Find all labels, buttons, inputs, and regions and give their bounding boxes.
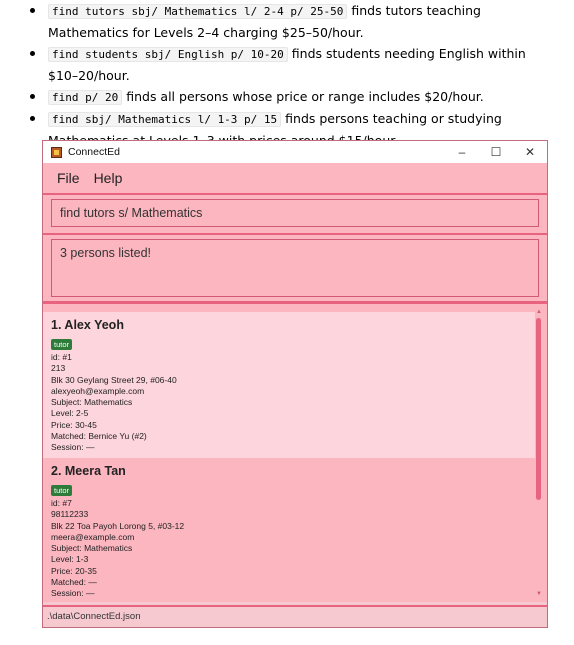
example-command-code: find p/ 20 [48,90,123,105]
result-display-container: 3 persons listed! [43,235,547,305]
title-bar[interactable]: ConnectEd – ☐ ✕ [43,141,547,163]
person-email: meera@example.com [51,531,135,542]
bullet-icon [30,51,35,56]
role-tag: tutor [51,485,73,496]
list-item: find students sbj/ English p/ 10-20 find… [0,43,574,86]
person-matched: Matched: Bernice Yu (#2) [51,431,147,442]
person-id: id: #7 [51,498,72,508]
example-command-code: find tutors sbj/ Mathematics l/ 2-4 p/ 2… [48,4,348,19]
person-price: Price: 30-45 [51,419,97,430]
person-id: id: #1 [51,352,72,362]
list-item: find tutors sbj/ Mathematics l/ 2-4 p/ 2… [0,0,574,43]
list-item: find p/ 20 finds all persons whose price… [0,86,574,108]
scroll-down-icon[interactable]: ▼ [535,591,543,597]
scroll-up-icon[interactable]: ▲ [535,309,543,315]
person-name: 2. Meera Tan [51,464,126,478]
menu-help[interactable]: Help [94,170,123,186]
window-title: ConnectEd [68,146,120,158]
command-box-container: find tutors s/ Mathematics [43,195,547,235]
person-subject: Subject: Mathematics [51,397,133,408]
close-button[interactable]: ✕ [513,141,547,163]
role-tag: tutor [51,339,73,350]
person-card[interactable]: 2. Meera Tan tutor id: #7 98112233 Blk 2… [43,458,535,602]
person-name: 1. Alex Yeoh [51,318,124,332]
result-display: 3 persons listed! [51,239,539,297]
bullet-icon [30,94,35,99]
scrollbar-thumb[interactable] [536,318,541,500]
person-phone: 213 [51,363,66,374]
person-session: Session: — [51,442,95,453]
person-list[interactable]: 1. Alex Yeoh tutor id: #1 213 Blk 30 Gey… [43,304,547,602]
bullet-icon [30,8,35,13]
bullet-icon [30,116,35,121]
person-phone: 98112233 [51,509,89,520]
person-price: Price: 20-35 [51,565,97,576]
person-level: Level: 2-5 [51,408,89,419]
person-subject: Subject: Mathematics [51,543,133,554]
example-description: finds all persons whose price or range i… [122,89,484,104]
menu-file[interactable]: File [57,170,80,186]
person-card[interactable]: 1. Alex Yeoh tutor id: #1 213 Blk 30 Gey… [43,312,535,458]
data-file-path: .\data\ConnectEd.json [47,611,141,622]
person-session: Session: — [51,588,95,599]
example-command-code: find sbj/ Mathematics l/ 1-3 p/ 15 [48,112,282,127]
menu-bar: File Help [43,163,547,195]
person-email: alexyeoh@example.com [51,385,145,396]
command-input[interactable]: find tutors s/ Mathematics [51,199,539,227]
person-matched: Matched: — [51,577,97,588]
person-address: Blk 30 Geylang Street 29, #06-40 [51,374,177,385]
app-icon [51,146,62,158]
app-window: ConnectEd – ☐ ✕ File Help find tutors s/… [42,140,548,628]
command-examples-list: find tutors sbj/ Mathematics l/ 2-4 p/ 2… [0,0,574,151]
maximize-button[interactable]: ☐ [479,141,513,163]
documentation-section: find tutors sbj/ Mathematics l/ 2-4 p/ 2… [0,0,574,151]
status-bar: .\data\ConnectEd.json [43,605,547,627]
minimize-button[interactable]: – [445,141,479,163]
person-level: Level: 1-3 [51,554,89,565]
list-scrollbar[interactable]: ▲ ▼ [535,309,543,597]
person-address: Blk 22 Toa Payoh Lorong 5, #03-12 [51,520,185,531]
example-command-code: find students sbj/ English p/ 10-20 [48,47,288,62]
